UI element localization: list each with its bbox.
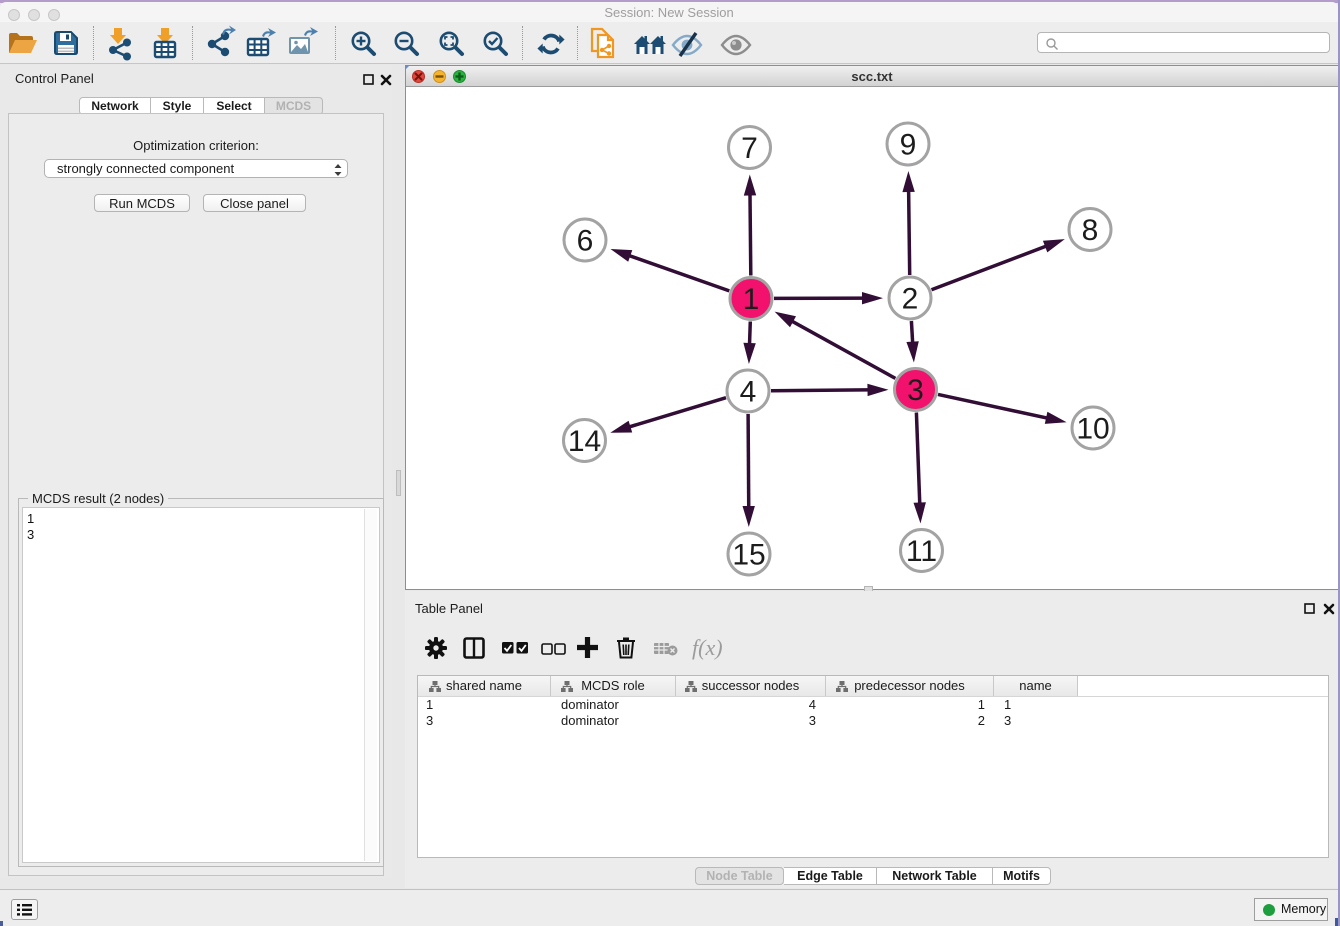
svg-text:7: 7 (741, 132, 758, 165)
svg-text:4: 4 (740, 376, 757, 409)
svg-text:8: 8 (1082, 214, 1099, 247)
svg-text:3: 3 (907, 374, 924, 407)
svg-text:14: 14 (568, 425, 601, 458)
svg-text:15: 15 (732, 539, 765, 572)
svg-text:6: 6 (577, 225, 594, 258)
svg-text:10: 10 (1076, 413, 1109, 446)
svg-text:9: 9 (900, 129, 917, 162)
svg-text:1: 1 (743, 283, 760, 316)
svg-text:11: 11 (906, 535, 937, 568)
svg-text:2: 2 (902, 283, 919, 316)
